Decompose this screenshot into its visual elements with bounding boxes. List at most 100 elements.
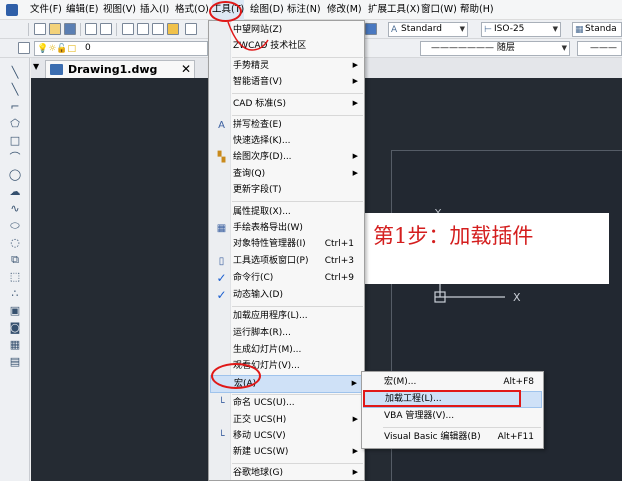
menu-window[interactable]: 窗口(W)	[421, 0, 457, 20]
help-icon[interactable]	[365, 23, 377, 35]
menu-extension-tools[interactable]: 扩展工具(X)	[368, 0, 420, 20]
close-icon[interactable]: ✕	[181, 62, 191, 76]
menu-item-label: 新建 UCS(W)	[233, 447, 289, 457]
polyline-tool-icon[interactable]: ⌐	[8, 100, 22, 114]
linetype-sample: ———————	[431, 43, 494, 53]
save-icon[interactable]	[64, 23, 76, 35]
menu-item-run-script[interactable]: 运行脚本(R)...	[210, 326, 364, 342]
menu-item-label: 移动 UCS(V)	[233, 431, 286, 441]
submenu-item-macros[interactable]: 宏(M)... Alt+F8	[363, 375, 542, 391]
menu-item-new-ucs[interactable]: 新建 UCS(W) ▶	[210, 445, 364, 461]
menu-item-google-earth[interactable]: 谷歌地球(G) ▶	[210, 466, 364, 481]
hatch-tool-icon[interactable]: ▣	[8, 304, 22, 318]
new-file-icon[interactable]	[34, 23, 46, 35]
menu-draw[interactable]: 绘图(D)	[250, 0, 284, 20]
menu-item-label: 工具选项板窗口(P)	[233, 256, 309, 266]
menu-format[interactable]: 格式(O)	[175, 0, 209, 20]
menu-item-zwsoft-website[interactable]: 中望网站(Z)	[210, 23, 364, 39]
linetype-value: 随层	[496, 43, 515, 53]
menu-item-load-application[interactable]: 加载应用程序(L)...	[210, 309, 364, 325]
cut-icon[interactable]	[122, 23, 134, 35]
menu-item-table-export[interactable]: ▦ 手绘表格导出(W)	[210, 221, 364, 237]
checkmark-icon: ✓	[216, 271, 227, 285]
menu-item-tech-community[interactable]: ZWCAD 技术社区	[210, 39, 364, 55]
tab-drawing1[interactable]: Drawing1.dwg ✕	[45, 60, 195, 78]
tab-list-dropdown-icon[interactable]: ▼	[33, 62, 39, 71]
mtext-tool-icon[interactable]: ▤	[8, 355, 22, 369]
chevron-down-icon: ▼	[561, 44, 567, 52]
menu-item-cad-standards[interactable]: CAD 标准(S) ▶	[210, 97, 364, 113]
menu-item-label: 属性提取(X)...	[233, 207, 291, 217]
menu-item-tool-palettes[interactable]: ▯ 工具选项板窗口(P) Ctrl+3	[210, 254, 364, 270]
ellipse-tool-icon[interactable]: ⬭	[8, 219, 22, 233]
layer-select[interactable]: 💡☼🔓□ 0	[34, 41, 208, 56]
ray-tool-icon[interactable]: ╲	[8, 83, 22, 97]
menu-help[interactable]: 帮助(H)	[460, 0, 494, 20]
open-file-icon[interactable]	[49, 23, 61, 35]
polygon-tool-icon[interactable]: ⬠	[8, 117, 22, 131]
point-tool-icon[interactable]: ∴	[8, 287, 22, 301]
menu-item-command-line[interactable]: ✓ 命令行(C) Ctrl+9	[210, 271, 364, 287]
submenu-item-vb-editor[interactable]: Visual Basic 编辑器(B) Alt+F11	[363, 430, 542, 446]
checkmark-icon: ✓	[216, 288, 227, 302]
menu-bar: 文件(F) 编辑(E) 视图(V) 插入(I) 格式(O) 工具(T) 绘图(D…	[0, 0, 622, 20]
lineweight-select[interactable]: ———	[577, 41, 622, 56]
menu-item-attribute-extract[interactable]: 属性提取(X)...	[210, 205, 364, 221]
menu-item-move-ucs[interactable]: └ 移动 UCS(V)	[210, 429, 364, 445]
menu-item-make-slide[interactable]: 生成幻灯片(M)...	[210, 343, 364, 359]
menu-file[interactable]: 文件(F)	[30, 0, 62, 20]
menu-item-dynamic-input[interactable]: ✓ 动态输入(D)	[210, 288, 364, 304]
dim-style-select[interactable]: ⊢ ISO-25 ▼	[481, 22, 561, 37]
menu-dimension[interactable]: 标注(N)	[287, 0, 321, 20]
menu-separator	[383, 427, 541, 428]
menu-modify[interactable]: 修改(M)	[327, 0, 362, 20]
menu-item-spell-check[interactable]: A 拼写检查(E)	[210, 118, 364, 134]
menu-item-draw-order[interactable]: ▚ 绘图次序(D)... ▶	[210, 150, 364, 166]
chevron-right-icon: ▶	[352, 468, 358, 476]
menu-edit[interactable]: 编辑(E)	[66, 0, 98, 20]
menu-item-quick-select[interactable]: 快速选择(K)...	[210, 134, 364, 150]
match-properties-icon[interactable]	[167, 23, 179, 35]
circle-tool-icon[interactable]: ◯	[8, 168, 22, 182]
paste-icon[interactable]	[152, 23, 164, 35]
menu-separator	[232, 463, 363, 464]
menu-item-label: 中望网站(Z)	[233, 25, 283, 35]
chevron-right-icon: ▶	[352, 99, 358, 107]
menu-item-orthographic-ucs[interactable]: 正交 UCS(H) ▶	[210, 413, 364, 429]
layer-value: 0	[85, 43, 91, 53]
layer-manager-icon[interactable]	[18, 42, 30, 54]
menu-item-named-ucs[interactable]: └ 命名 UCS(U)...	[210, 396, 364, 412]
copy-icon[interactable]	[137, 23, 149, 35]
region-tool-icon[interactable]: ◙	[8, 321, 22, 335]
macro-submenu: 宏(M)... Alt+F8 加载工程(L)... VBA 管理器(V)... …	[361, 371, 544, 449]
print-icon[interactable]	[85, 23, 97, 35]
rectangle-tool-icon[interactable]: □	[8, 134, 22, 148]
table-style-select[interactable]: ▦ Standa	[572, 22, 622, 37]
menu-item-update-fields[interactable]: 更新字段(T)	[210, 183, 364, 199]
menu-item-gesture[interactable]: 手势精灵 ▶	[210, 59, 364, 75]
menu-view[interactable]: 视图(V)	[103, 0, 136, 20]
arc-tool-icon[interactable]: ⌒	[8, 151, 22, 165]
print-preview-icon[interactable]	[100, 23, 112, 35]
menu-insert[interactable]: 插入(I)	[140, 0, 169, 20]
spline-tool-icon[interactable]: ∿	[8, 202, 22, 216]
line-tool-icon[interactable]: ╲	[8, 66, 22, 80]
draw-tool-palette: ╲ ╲ ⌐ ⬠ □ ⌒ ◯ ☁ ∿ ⬭ ◌ ⧉ ⬚ ∴ ▣ ◙ ▦ ▤	[0, 58, 30, 481]
menu-item-voice[interactable]: 智能语音(V) ▶	[210, 75, 364, 91]
linetype-select[interactable]: ——————— 随层 ▼	[420, 41, 570, 56]
submenu-item-vba-manager[interactable]: VBA 管理器(V)...	[363, 409, 542, 425]
undo-icon[interactable]	[185, 23, 197, 35]
menu-item-label: 命令行(C)	[233, 273, 274, 283]
tab-label: Drawing1.dwg	[68, 63, 158, 76]
menu-item-properties-manager[interactable]: 对象特性管理器(I) Ctrl+1	[210, 237, 364, 253]
make-block-icon[interactable]: ⬚	[8, 270, 22, 284]
text-style-select[interactable]: A Standard ▼	[388, 22, 468, 37]
chevron-down-icon: ▼	[552, 25, 558, 33]
menu-item-label: 手绘表格导出(W)	[233, 223, 303, 233]
insert-block-icon[interactable]: ⧉	[8, 253, 22, 267]
step-annotation: 第1步：加载插件	[365, 213, 609, 284]
table-tool-icon[interactable]: ▦	[8, 338, 22, 352]
menu-item-inquiry[interactable]: 查询(Q) ▶	[210, 167, 364, 183]
ellipse-arc-tool-icon[interactable]: ◌	[8, 236, 22, 250]
revcloud-tool-icon[interactable]: ☁	[8, 185, 22, 199]
